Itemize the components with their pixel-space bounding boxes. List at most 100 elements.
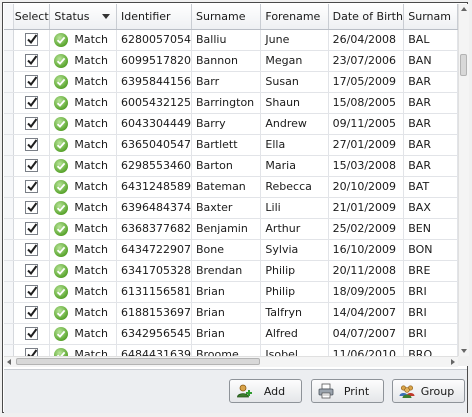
select-checkbox[interactable] bbox=[25, 348, 39, 356]
select-cell[interactable] bbox=[13, 197, 51, 219]
column-header-identifier[interactable]: Identifier bbox=[116, 4, 192, 30]
table-row[interactable]: Match 6431248589 Bateman Rebecca 20/10/2009 B… bbox=[4, 176, 458, 198]
select-checkbox[interactable] bbox=[25, 306, 39, 320]
check-circle-icon bbox=[54, 32, 69, 47]
select-cell[interactable] bbox=[13, 260, 51, 282]
select-checkbox[interactable] bbox=[25, 75, 39, 89]
row-indicator[interactable] bbox=[4, 344, 14, 356]
vertical-scroll-thumb[interactable] bbox=[460, 54, 467, 76]
select-checkbox[interactable] bbox=[25, 159, 39, 173]
surname-cell: Bateman bbox=[191, 176, 262, 198]
print-button[interactable]: Print bbox=[311, 379, 384, 403]
table-row[interactable]: Match 6043304449 Barry Andrew 09/11/2005 BAR bbox=[4, 113, 458, 135]
row-indicator[interactable] bbox=[4, 134, 14, 156]
select-cell[interactable] bbox=[13, 302, 51, 324]
select-cell[interactable] bbox=[13, 29, 51, 51]
select-cell[interactable] bbox=[13, 176, 51, 198]
select-checkbox[interactable] bbox=[25, 285, 39, 299]
surname-cell: Barton bbox=[191, 155, 262, 177]
row-indicator[interactable] bbox=[4, 50, 14, 72]
select-checkbox[interactable] bbox=[25, 117, 39, 131]
select-checkbox[interactable] bbox=[25, 96, 39, 110]
select-checkbox[interactable] bbox=[25, 243, 39, 257]
row-indicator[interactable] bbox=[4, 113, 14, 135]
select-checkbox[interactable] bbox=[25, 54, 39, 68]
horizontal-scroll-thumb[interactable] bbox=[16, 358, 260, 365]
select-cell[interactable] bbox=[13, 50, 51, 72]
table-row[interactable]: Match 6131156581 Brian Philip 18/09/2005 BRI bbox=[4, 281, 458, 303]
vertical-scrollbar[interactable] bbox=[458, 4, 469, 356]
row-indicator[interactable] bbox=[4, 197, 14, 219]
select-cell[interactable] bbox=[13, 155, 51, 177]
scroll-left-icon[interactable] bbox=[7, 359, 11, 365]
surname2-cell: BAR bbox=[403, 113, 458, 135]
select-checkbox[interactable] bbox=[25, 201, 39, 215]
surname-cell: Barr bbox=[191, 71, 262, 93]
column-header-select[interactable]: Select bbox=[13, 4, 51, 30]
row-indicator[interactable] bbox=[4, 260, 14, 282]
scroll-down-icon[interactable] bbox=[461, 349, 467, 353]
column-header-surname-upper[interactable]: Surnam bbox=[403, 4, 458, 30]
add-button[interactable]: Add bbox=[229, 379, 302, 403]
identifier-cell: 6365040547 bbox=[116, 134, 192, 156]
row-indicator[interactable] bbox=[4, 239, 14, 261]
column-header-date-of-birth[interactable]: Date of Birth bbox=[328, 4, 405, 30]
column-header-surname[interactable]: Surname bbox=[191, 4, 262, 30]
table-row[interactable]: Match 6342956545 Brian Alfred 04/07/2007 BRI bbox=[4, 323, 458, 345]
select-cell[interactable] bbox=[13, 281, 51, 303]
table-row[interactable]: Match 6005432125 Barrington Shaun 15/08/2005… bbox=[4, 92, 458, 114]
identifier-cell: 6434722907 bbox=[116, 239, 192, 261]
table-row[interactable]: Match 6396484374 Baxter Lili 21/01/2009 BAX bbox=[4, 197, 458, 219]
surname2-cell: BAN bbox=[403, 50, 458, 72]
status-text: Match bbox=[74, 158, 108, 172]
select-checkbox[interactable] bbox=[25, 180, 39, 194]
forename-cell: Lili bbox=[260, 197, 329, 219]
table-row[interactable]: Match 6434722907 Bone Sylvia 16/10/2009 BON bbox=[4, 239, 458, 261]
column-header-status[interactable]: Status bbox=[49, 4, 117, 30]
surname2-cell: BEN bbox=[403, 218, 458, 240]
column-header-forename[interactable]: Forename bbox=[260, 4, 329, 30]
select-checkbox[interactable] bbox=[25, 138, 39, 152]
select-cell[interactable] bbox=[13, 71, 51, 93]
status-cell: Match bbox=[49, 197, 117, 219]
row-indicator[interactable] bbox=[4, 71, 14, 93]
group-button[interactable]: Group bbox=[392, 379, 465, 403]
table-row[interactable]: Match 6365040547 Bartlett Ella 27/01/2009 BAR bbox=[4, 134, 458, 156]
select-cell[interactable] bbox=[13, 134, 51, 156]
row-indicator[interactable] bbox=[4, 218, 14, 240]
identifier-cell: 6395844156 bbox=[116, 71, 192, 93]
table-row[interactable]: Match 6280057054 Balliu June 26/04/2008 BAL bbox=[4, 29, 458, 51]
row-indicator[interactable] bbox=[4, 92, 14, 114]
forename-cell: Isobel bbox=[260, 344, 329, 356]
row-indicator[interactable] bbox=[4, 155, 14, 177]
scroll-right-icon[interactable] bbox=[451, 359, 455, 365]
row-indicator[interactable] bbox=[4, 176, 14, 198]
table-row[interactable]: Match 6395844156 Barr Susan 17/05/2009 BAR bbox=[4, 71, 458, 93]
table-row[interactable]: Match 6341705328 Brendan Philip 20/11/2008 BR… bbox=[4, 260, 458, 282]
horizontal-scrollbar[interactable] bbox=[4, 356, 458, 367]
table-row[interactable]: Match 6298553460 Barton Maria 15/03/2008 BAR bbox=[4, 155, 458, 177]
select-checkbox[interactable] bbox=[25, 264, 39, 278]
select-cell[interactable] bbox=[13, 92, 51, 114]
select-cell[interactable] bbox=[13, 239, 51, 261]
table-row[interactable]: Match 6368377682 Benjamin Arthur 25/02/2009 B… bbox=[4, 218, 458, 240]
scroll-up-icon[interactable] bbox=[461, 7, 467, 11]
forename-cell: Megan bbox=[260, 50, 329, 72]
row-indicator[interactable] bbox=[4, 302, 14, 324]
select-cell[interactable] bbox=[13, 218, 51, 240]
row-indicator[interactable] bbox=[4, 323, 14, 345]
table-row[interactable]: Match 6099517820 Bannon Megan 23/07/2006 BAN bbox=[4, 50, 458, 72]
select-cell[interactable] bbox=[13, 323, 51, 345]
table-row[interactable]: Match 6188153697 Brian Talfryn 14/04/2007 BRI bbox=[4, 302, 458, 324]
row-indicator[interactable] bbox=[4, 281, 14, 303]
row-indicator[interactable] bbox=[4, 29, 14, 51]
table-row[interactable]: Match 6484431639 Broome Isobel 11/06/2010 BRO bbox=[4, 344, 458, 356]
status-cell: Match bbox=[49, 92, 117, 114]
sort-desc-icon[interactable] bbox=[101, 14, 110, 19]
select-checkbox[interactable] bbox=[25, 222, 39, 236]
select-cell[interactable] bbox=[13, 344, 51, 356]
forename-cell: Alfred bbox=[260, 323, 329, 345]
select-checkbox[interactable] bbox=[25, 33, 39, 47]
select-cell[interactable] bbox=[13, 113, 51, 135]
select-checkbox[interactable] bbox=[25, 327, 39, 341]
